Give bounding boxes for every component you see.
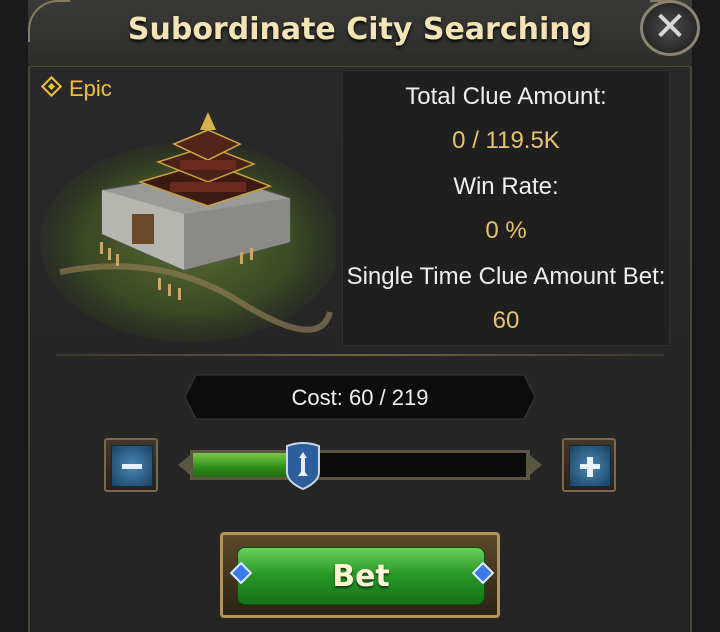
bet-button-face: Bet xyxy=(237,547,485,605)
decrease-button[interactable] xyxy=(104,438,158,492)
city-image xyxy=(40,112,336,342)
amount-slider[interactable] xyxy=(190,450,530,480)
close-icon: ✕ xyxy=(653,5,687,49)
total-clue-value: 0 / 119.5K xyxy=(452,127,560,154)
section-divider xyxy=(56,354,664,356)
minus-icon xyxy=(111,445,153,487)
bet-label: Bet xyxy=(332,559,390,594)
total-clue-label: Total Clue Amount: xyxy=(405,83,607,110)
win-rate-label: Win Rate: xyxy=(453,173,559,200)
clue-info-panel: Total Clue Amount: 0 / 119.5K Win Rate: … xyxy=(342,70,670,346)
rarity-tag: Epic xyxy=(40,75,112,102)
bet-button[interactable]: Bet xyxy=(220,532,500,618)
close-button[interactable]: ✕ xyxy=(640,0,700,56)
diamond-icon xyxy=(40,75,63,98)
win-rate-value: 0 % xyxy=(485,217,527,244)
increase-button[interactable] xyxy=(562,438,616,492)
dialog-title: Subordinate City Searching xyxy=(127,12,593,47)
slider-thumb-icon[interactable] xyxy=(285,442,321,490)
slider-cap-right xyxy=(526,452,542,478)
rarity-label: Epic xyxy=(69,76,112,101)
cost-label: Cost: 60 / 219 xyxy=(291,385,429,410)
single-bet-label: Single Time Clue Amount Bet: xyxy=(346,263,666,290)
single-bet-value: 60 xyxy=(492,307,520,334)
plus-icon xyxy=(569,445,611,487)
